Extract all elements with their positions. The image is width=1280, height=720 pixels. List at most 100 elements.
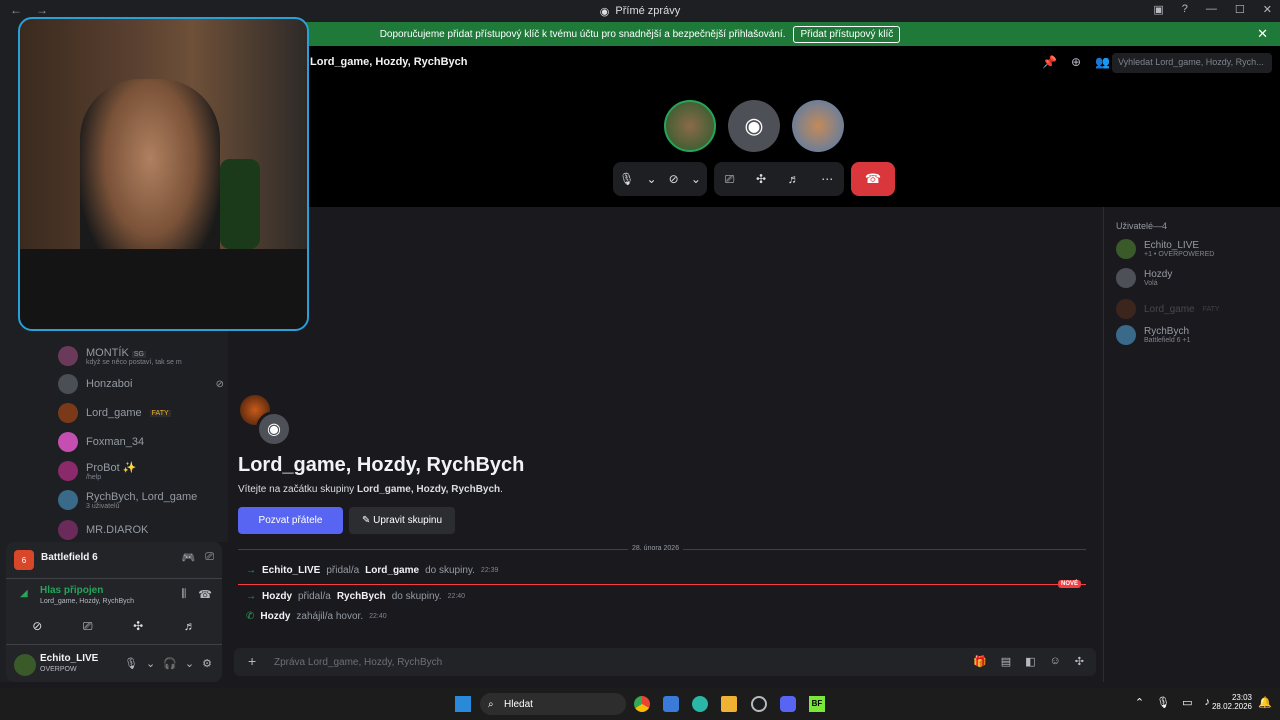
participant-avatar[interactable] [792, 100, 844, 152]
soundboard-icon[interactable]: ♬ [184, 619, 196, 633]
microphone-icon[interactable]: 🎙 [619, 172, 634, 186]
notifications-icon[interactable]: 🔔 [1258, 696, 1272, 709]
volume-icon[interactable]: ♪ [1205, 696, 1211, 709]
windows-start-icon[interactable] [455, 696, 471, 712]
invite-friends-button[interactable]: Pozvat přátele [238, 507, 343, 534]
activity-controls: ⎚ ✣ ♬ ⋯ [714, 162, 844, 196]
avatar [58, 374, 78, 394]
participant-avatar[interactable]: ◉ [728, 100, 780, 152]
member-item[interactable]: RychBych Battlefield 6 +1 [1116, 325, 1191, 345]
participant-avatar[interactable] [664, 100, 716, 152]
noise-suppression-icon[interactable]: ⫼ [181, 588, 186, 601]
chrome-icon[interactable] [634, 696, 650, 712]
member-item[interactable]: Hozdy Volá [1116, 268, 1172, 288]
webcam-overlay [18, 17, 309, 331]
headphones-icon[interactable]: 🎧 [163, 657, 177, 670]
camera-off-icon[interactable]: ⊘ [669, 172, 679, 186]
steam-icon[interactable] [751, 696, 767, 712]
mic-tray-icon[interactable]: 🎙 [1156, 696, 1170, 709]
blocked-icon: ⊘ [215, 378, 224, 390]
network-icon[interactable]: ▭ [1182, 696, 1192, 709]
dm-item[interactable]: MR.DIAROK [58, 516, 224, 544]
close-banner-icon[interactable]: ✕ [1257, 26, 1268, 42]
clock-time: 23:03 [1231, 693, 1252, 702]
dm-sub: 3 uživatelů [86, 502, 120, 510]
search-input[interactable]: Vyhledat Lord_game, Hozdy, Rych... [1112, 53, 1272, 73]
msg-actor[interactable]: Hozdy [262, 591, 292, 602]
taskbar-search[interactable]: ⌕ Hledat [480, 693, 626, 715]
avatar [58, 432, 78, 452]
activities-icon[interactable]: ✣ [756, 172, 766, 186]
apps-icon[interactable]: ✣ [1075, 655, 1084, 668]
message-input[interactable]: + Zpráva Lord_game, Hozdy, RychBych 🎁 ▤ … [234, 648, 1096, 676]
gift-icon[interactable]: 🎁 [973, 655, 987, 668]
activities-icon[interactable]: ✣ [133, 619, 143, 633]
dm-item[interactable]: Lord_game FATY [58, 399, 224, 427]
settings-gear-icon[interactable]: ⚙ [202, 657, 212, 670]
back-arrow-icon[interactable]: ← [10, 3, 22, 17]
username[interactable]: Echito_LIVE [40, 653, 98, 664]
plus-icon[interactable]: + [248, 653, 256, 669]
dm-item[interactable]: Honzaboi ⊘ [58, 370, 224, 398]
voice-status[interactable]: Hlas připojen [40, 585, 103, 596]
file-explorer-icon[interactable] [721, 696, 737, 712]
inbox-icon[interactable]: ▣ [1153, 3, 1163, 16]
msg-actor[interactable]: Echito_LIVE [262, 565, 320, 576]
minimize-icon[interactable]: — [1206, 3, 1217, 16]
member-name: Hozdy [1144, 269, 1173, 280]
voice-channel[interactable]: Lord_game, Hozdy, RychBych [40, 598, 134, 605]
screen-share-icon[interactable]: ⎚ [83, 619, 93, 634]
sticker-icon[interactable]: ◧ [1025, 655, 1035, 668]
banner-text: Doporučujeme přidat přístupový klíč k tv… [379, 28, 786, 40]
emoji-icon[interactable]: ☺ [1050, 655, 1061, 668]
edit-group-button[interactable]: ✎ Upravit skupinu [349, 507, 455, 534]
msg-actor[interactable]: Hozdy [260, 611, 290, 622]
dm-item[interactable]: Foxman_34 [58, 428, 224, 456]
gif-icon[interactable]: ▤ [1001, 655, 1011, 668]
dm-item[interactable]: RychBych, Lord_game 3 uživatelů [58, 486, 224, 514]
forward-arrow-icon[interactable]: → [36, 3, 48, 17]
composer-placeholder: Zpráva Lord_game, Hozdy, RychBych [274, 656, 443, 668]
phone-hangup-icon: ☎ [864, 171, 882, 186]
clock[interactable]: 23:03 28.02.2026 [1212, 693, 1252, 711]
microphone-icon[interactable]: 🎙 [124, 657, 138, 670]
edge-icon[interactable] [692, 696, 708, 712]
maximize-icon[interactable]: ☐ [1235, 3, 1245, 16]
chevron-down-icon[interactable]: ⌄ [146, 657, 155, 670]
add-friend-icon[interactable]: ⊕ [1071, 55, 1081, 69]
arrow-icon: → [246, 591, 256, 602]
msg-target[interactable]: RychBych [337, 591, 386, 602]
chevron-up-icon[interactable]: ⌃ [1135, 696, 1144, 709]
member-item[interactable]: Lord_game FATY [1116, 299, 1220, 319]
store-icon[interactable] [663, 696, 679, 712]
stream-icon[interactable]: ⎚ [205, 551, 214, 564]
discord-taskbar-icon[interactable] [780, 696, 796, 712]
members-icon[interactable]: 👥 [1095, 55, 1110, 69]
disconnect-button[interactable]: ☎ [851, 162, 895, 196]
dm-item[interactable]: MONTÍK SG když se něco postaví, tak se m [58, 342, 224, 370]
battlefield-icon[interactable]: BF [809, 696, 825, 712]
chevron-down-icon[interactable]: ⌄ [691, 172, 701, 186]
more-icon[interactable]: ⋯ [821, 172, 833, 186]
member-item[interactable]: Echito_LIVE +1 • OVERPOWERED [1116, 239, 1214, 259]
avatar[interactable] [14, 654, 36, 676]
controller-icon[interactable]: 🎮 [181, 551, 195, 564]
help-icon[interactable]: ? [1182, 3, 1188, 16]
avatar [1116, 268, 1136, 288]
chevron-down-icon[interactable]: ⌄ [185, 657, 194, 670]
soundboard-icon[interactable]: ♬ [788, 172, 800, 186]
close-window-icon[interactable]: ✕ [1263, 3, 1272, 16]
disconnect-icon[interactable]: ☎ [198, 588, 212, 601]
av-controls: 🎙 ⌄ ⊘ ⌄ [613, 162, 707, 196]
msg-target[interactable]: Lord_game [365, 565, 419, 576]
pin-icon[interactable]: 📌 [1042, 55, 1057, 69]
new-badge: NOVÉ [1058, 580, 1082, 588]
taskbar-search-label: Hledat [504, 698, 533, 710]
camera-off-icon[interactable]: ⊘ [32, 619, 42, 633]
window-title: Přímé zprávy [615, 5, 681, 17]
chevron-down-icon[interactable]: ⌄ [646, 172, 656, 186]
avatar [58, 490, 78, 510]
dm-item[interactable]: ProBot ✨ /help [58, 457, 224, 485]
screen-share-icon[interactable]: ⎚ [725, 172, 735, 187]
add-passkey-button[interactable]: Přidat přístupový klíč [793, 25, 901, 43]
